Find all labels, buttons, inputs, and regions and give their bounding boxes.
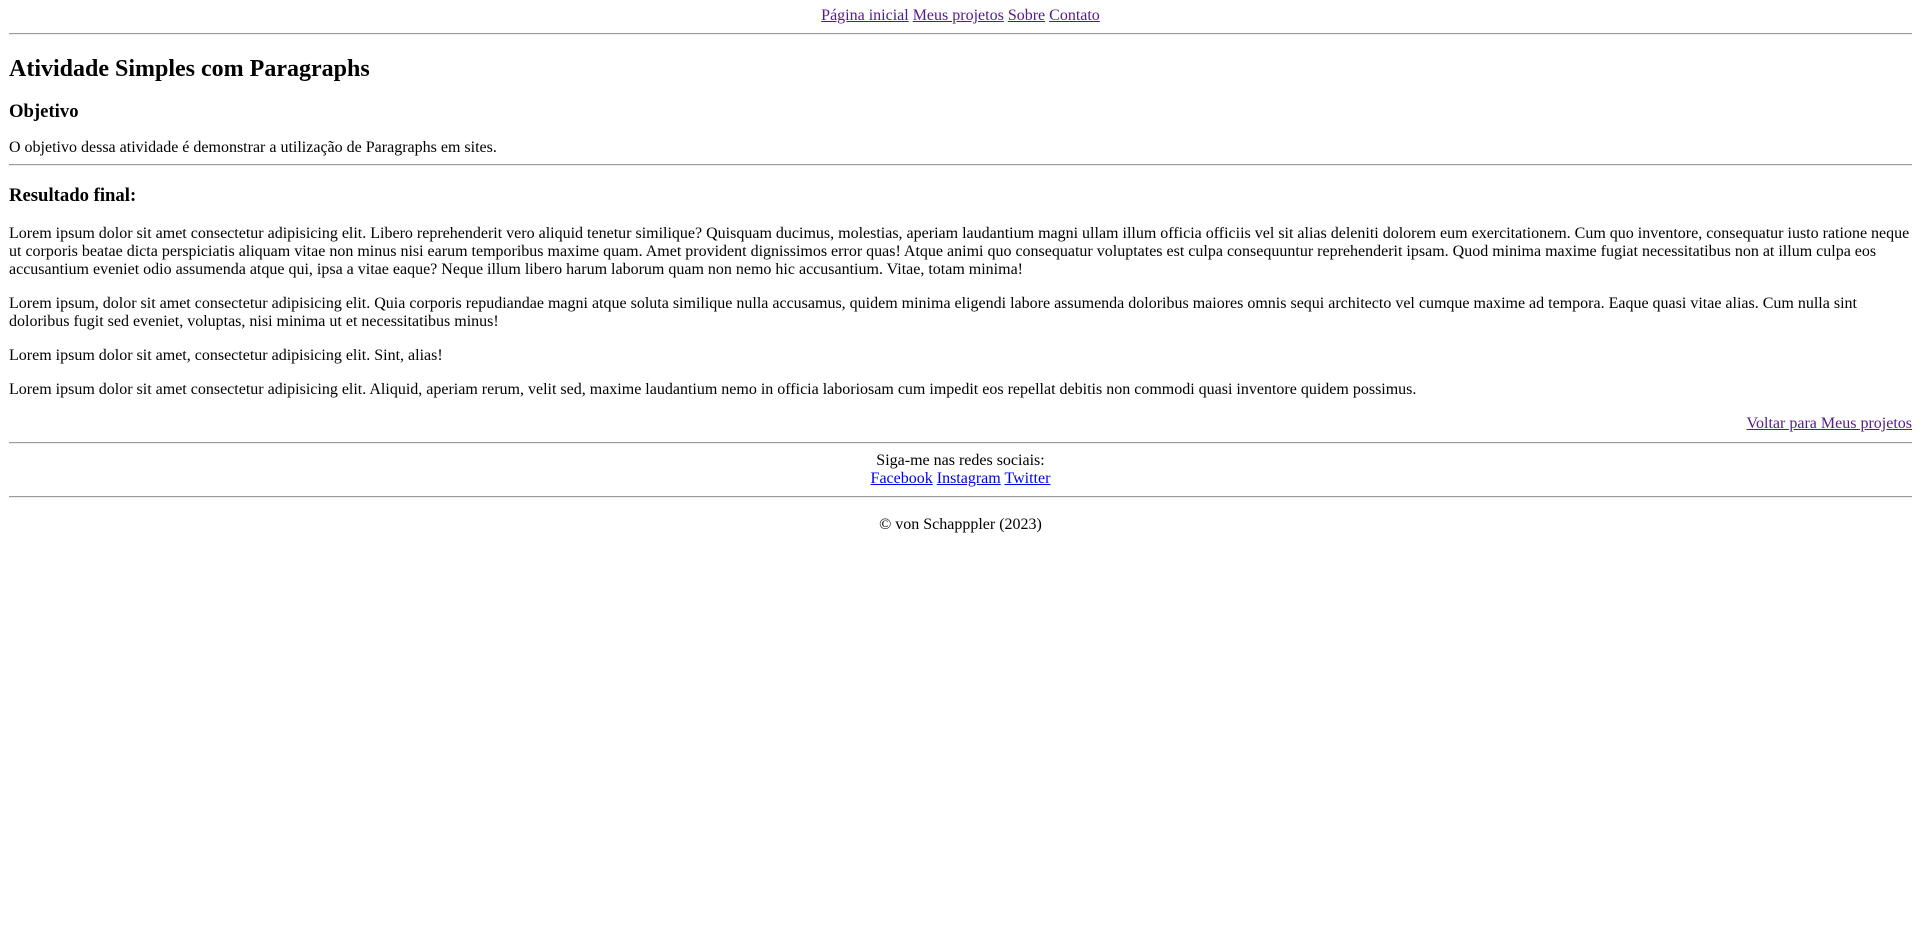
paragraph-3: Lorem ipsum dolor sit amet, consectetur … — [9, 347, 443, 364]
twitter-link[interactable]: Twitter — [1004, 470, 1050, 487]
paragraph-2: Lorem ipsum, dolor sit amet consectetur … — [9, 295, 1857, 330]
page: Página inicial Meus projetos Sobre Conta… — [0, 0, 1921, 534]
paragraph-1: Lorem ipsum dolor sit amet consectetur a… — [9, 225, 1910, 278]
back-to-projects-link[interactable]: Voltar para Meus projetos — [1747, 415, 1912, 432]
back-link-container: Voltar para Meus projetos — [9, 415, 1912, 433]
nav-link-projects[interactable]: Meus projetos — [913, 7, 1004, 24]
nav-link-home[interactable]: Página inicial — [821, 7, 909, 24]
objective-text: O objetivo dessa atividade é demonstrar … — [9, 139, 497, 156]
social-links: Facebook Instagram Twitter — [9, 470, 1912, 488]
follow-text: Siga-me nas redes sociais: — [876, 452, 1045, 469]
page-title: Atividade Simples com Paragraphs — [9, 56, 370, 82]
footer: Siga-me nas redes sociais: Facebook Inst… — [9, 452, 1912, 488]
facebook-link[interactable]: Facebook — [871, 470, 933, 487]
footer-divider-top — [9, 442, 1912, 444]
main-content: Atividade Simples com Paragraphs Objetiv… — [9, 55, 1912, 433]
nav-link-contact[interactable]: Contato — [1049, 7, 1100, 24]
copyright: © von Schapppler (2023) — [879, 516, 1042, 533]
result-heading: Resultado final: — [9, 185, 137, 206]
footer-divider-bottom — [9, 496, 1912, 498]
section-divider — [9, 164, 1912, 166]
instagram-link[interactable]: Instagram — [937, 470, 1001, 487]
objective-heading: Objetivo — [9, 101, 79, 122]
nav-link-about[interactable]: Sobre — [1008, 7, 1045, 24]
paragraph-4: Lorem ipsum dolor sit amet consectetur a… — [9, 381, 1417, 398]
top-nav: Página inicial Meus projetos Sobre Conta… — [9, 7, 1912, 25]
nav-divider — [9, 33, 1912, 35]
